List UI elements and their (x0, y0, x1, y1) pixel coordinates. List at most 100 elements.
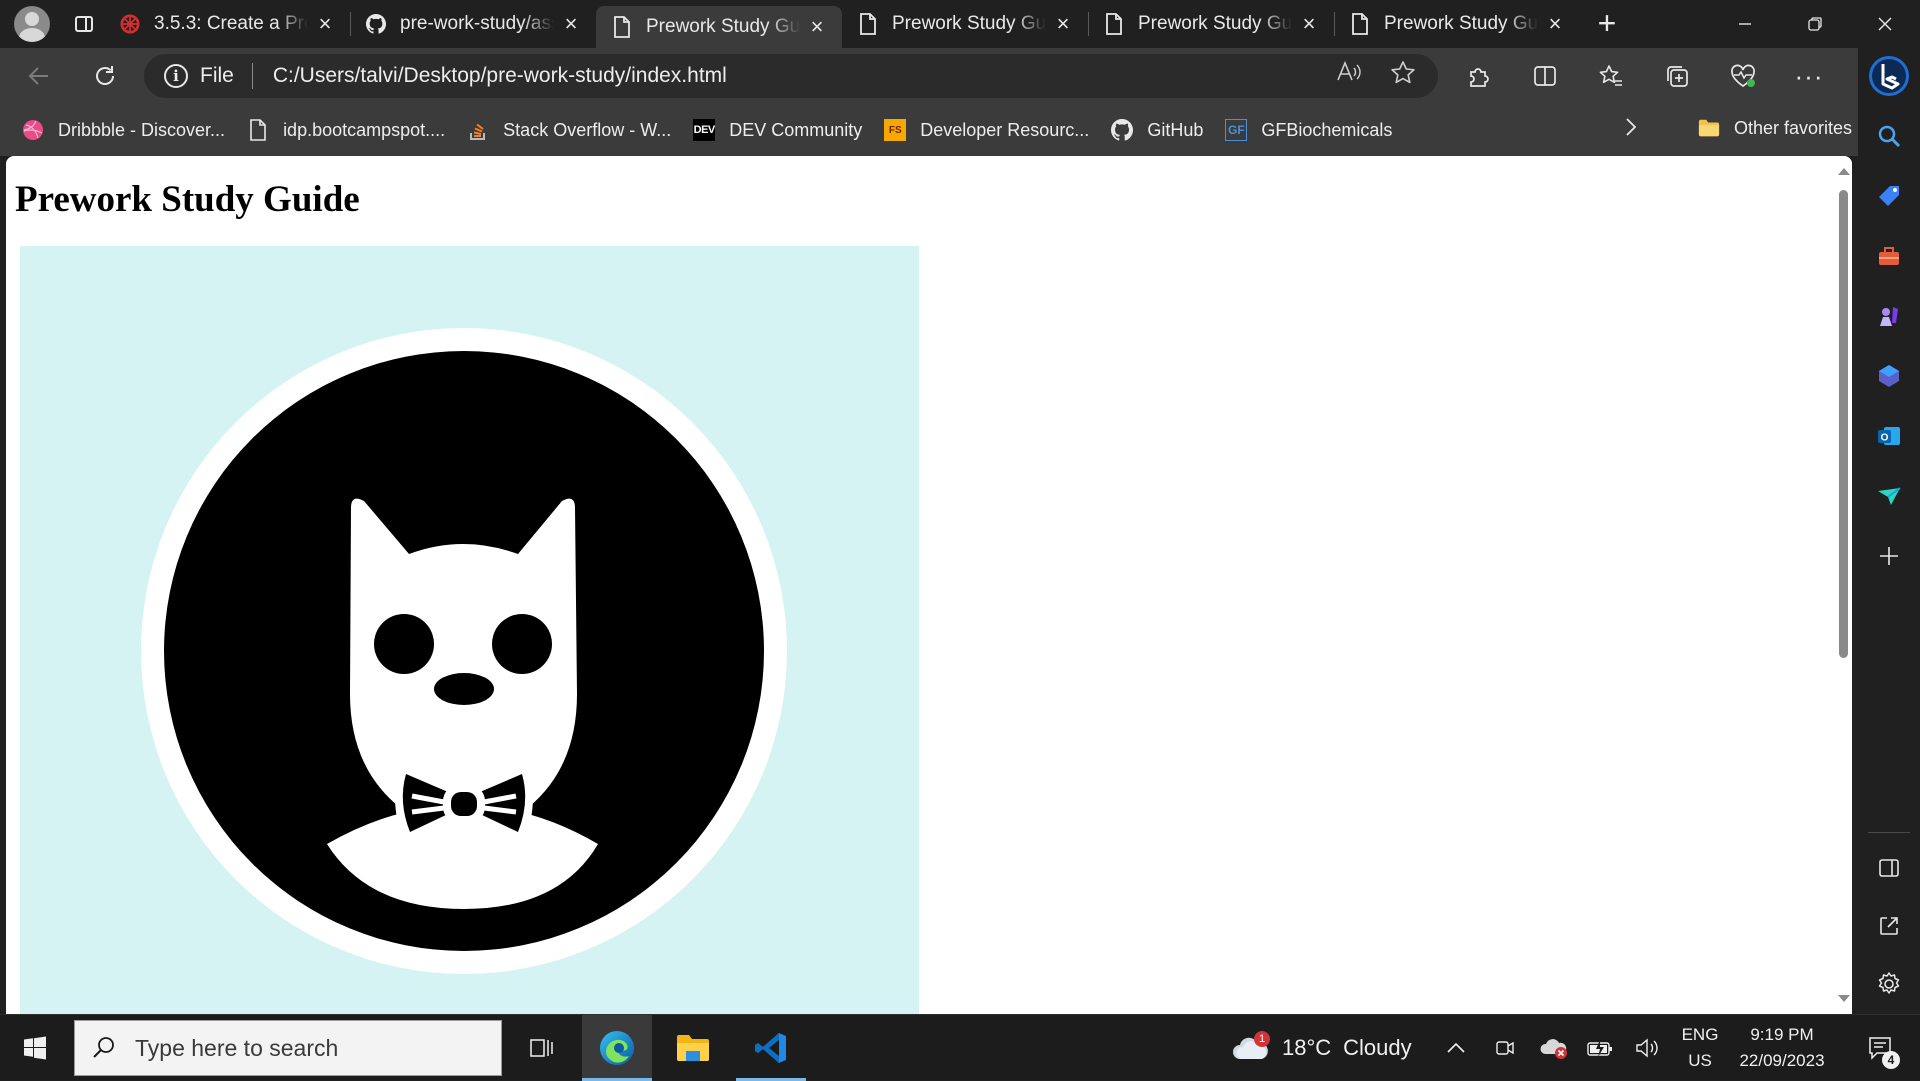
page-icon (1104, 13, 1124, 35)
battery-charging-icon (1587, 1040, 1612, 1057)
input-language-button[interactable]: ENG US (1678, 1015, 1722, 1081)
back-button[interactable] (16, 53, 62, 99)
favorites-icon (1599, 65, 1622, 86)
collections-icon (1667, 66, 1688, 87)
vertical-scrollbar[interactable] (1834, 156, 1852, 1014)
file-explorer-icon (677, 1035, 709, 1061)
address-bar[interactable]: i File C:/Users/talvi/Desktop/pre-work-s… (144, 54, 1438, 98)
close-tab-icon[interactable]: × (560, 13, 582, 35)
favorite-dev-community[interactable]: DEV DEV Community (693, 119, 862, 141)
volume-button[interactable] (1630, 1015, 1664, 1081)
clock-button[interactable]: 9:19 PM 22/09/2023 (1732, 1015, 1832, 1081)
tab-actions-icon (75, 16, 93, 32)
task-view-icon (530, 1039, 553, 1057)
tab-2-active[interactable]: Prework Study Guide × (596, 6, 842, 48)
search-placeholder: Type here to search (135, 1034, 339, 1061)
github-icon (366, 13, 386, 35)
bing-copilot-button[interactable] (1867, 54, 1911, 98)
taskbar-edge-app[interactable] (582, 1015, 652, 1081)
browser-essentials-button[interactable] (1710, 53, 1776, 99)
action-center-button[interactable]: 4 (1856, 1015, 1906, 1081)
tab-strip: 3.5.3: Create a Profile × pre-work-study… (0, 0, 1920, 48)
page-icon (1350, 13, 1370, 35)
tab-title: Prework Study Guide (1138, 13, 1292, 34)
collections-button[interactable] (1644, 53, 1710, 99)
sidebar-games-button[interactable] (1869, 296, 1909, 336)
favorite-label: Dribbble - Discover... (58, 119, 226, 140)
close-tab-icon[interactable]: × (1544, 13, 1566, 35)
taskbar-search-box[interactable]: Type here to search (74, 1020, 502, 1076)
minimize-button[interactable] (1710, 0, 1780, 48)
sidebar-hide-button[interactable] (1869, 848, 1909, 888)
favorites-button[interactable] (1578, 53, 1644, 99)
restore-button[interactable] (1780, 0, 1850, 48)
windows-taskbar: Type here to search 1 18°C Cloudy ENG US… (0, 1014, 1920, 1081)
sidebar-search-button[interactable] (1869, 116, 1909, 156)
read-aloud-icon[interactable] (1336, 60, 1362, 92)
sidebar-settings-button[interactable] (1869, 964, 1909, 1004)
battery-button[interactable] (1584, 1015, 1616, 1081)
scroll-up-arrow-icon[interactable] (1838, 168, 1850, 175)
scheme-label: File (200, 64, 234, 87)
toolbox-icon (1879, 247, 1899, 265)
external-link-icon (1880, 917, 1898, 935)
profile-avatar[interactable] (14, 6, 50, 42)
sidebar-microsoft365-button[interactable] (1869, 356, 1909, 396)
sidebar-drop-button[interactable] (1869, 476, 1909, 516)
sidebar-outlook-button[interactable]: O (1869, 416, 1909, 456)
page-icon (612, 16, 632, 38)
sidebar-shopping-button[interactable] (1869, 176, 1909, 216)
scrollbar-thumb[interactable] (1839, 190, 1848, 658)
favorite-star-icon[interactable] (1390, 60, 1416, 92)
more-menu-button[interactable]: ··· (1776, 53, 1842, 99)
refresh-button[interactable] (82, 53, 128, 99)
taskbar-file-explorer-app[interactable] (658, 1015, 728, 1081)
favorites-bar: Dribbble - Discover... idp.bootcampspot.… (0, 104, 1880, 156)
extensions-button[interactable] (1446, 53, 1512, 99)
page-icon (247, 119, 269, 141)
favorite-label: idp.bootcampspot.... (283, 119, 446, 140)
tab-1[interactable]: pre-work-study/assets × (350, 0, 596, 48)
scroll-down-arrow-icon[interactable] (1838, 995, 1850, 1002)
tab-title: Prework Study Guide (892, 13, 1046, 34)
taskbar-vscode-app[interactable] (736, 1015, 806, 1081)
close-tab-icon[interactable]: × (806, 16, 828, 38)
cat-logo-icon (141, 328, 787, 974)
favorites-overflow-chevron-icon[interactable] (1624, 116, 1638, 144)
meet-now-button[interactable] (1488, 1015, 1522, 1081)
split-screen-button[interactable] (1512, 53, 1578, 99)
favorite-gfbiochemicals[interactable]: GF GFBiochemicals (1225, 119, 1392, 141)
task-view-button[interactable] (516, 1015, 568, 1081)
start-button[interactable] (0, 1015, 70, 1081)
favorite-stackoverflow[interactable]: Stack Overflow - W... (467, 119, 671, 141)
tab-actions-button[interactable] (64, 6, 104, 42)
tab-3[interactable]: Prework Study Guide × (842, 0, 1088, 48)
sidebar-open-external-button[interactable] (1869, 906, 1909, 946)
panel-icon (1879, 859, 1899, 877)
tab-5[interactable]: Prework Study Guide × (1334, 0, 1580, 48)
new-tab-button[interactable]: + (1584, 4, 1630, 44)
close-window-button[interactable] (1850, 0, 1920, 48)
other-favorites-folder[interactable]: Other favorites (1698, 117, 1852, 139)
tab-4[interactable]: Prework Study Guide × (1088, 0, 1334, 48)
tab-0[interactable]: 3.5.3: Create a Profile × (104, 0, 350, 48)
close-tab-icon[interactable]: × (1298, 13, 1320, 35)
vscode-icon (755, 1033, 786, 1063)
weather-widget[interactable]: 1 18°C Cloudy (1232, 1015, 1412, 1081)
region-code: US (1688, 1051, 1712, 1070)
favorite-developer-resources[interactable]: FS Developer Resourc... (884, 119, 1089, 141)
favorite-dribbble[interactable]: Dribbble - Discover... (22, 119, 225, 141)
close-tab-icon[interactable]: × (1052, 13, 1074, 35)
close-tab-icon[interactable]: × (314, 13, 336, 35)
site-info-icon[interactable]: i (164, 64, 188, 88)
dev-icon: DEV (693, 119, 715, 141)
show-hidden-icons-button[interactable] (1440, 1015, 1472, 1081)
weather-desc: Cloudy (1343, 1035, 1412, 1060)
sidebar-add-button[interactable] (1869, 536, 1909, 576)
notification-count-badge: 4 (1882, 1051, 1900, 1069)
onedrive-status-button[interactable] (1534, 1015, 1574, 1081)
favorite-bootcampspot[interactable]: idp.bootcampspot.... (247, 119, 445, 141)
sidebar-tools-button[interactable] (1869, 236, 1909, 276)
favorite-github[interactable]: GitHub (1111, 119, 1203, 141)
url-text[interactable]: C:/Users/talvi/Desktop/pre-work-study/in… (273, 64, 1336, 88)
